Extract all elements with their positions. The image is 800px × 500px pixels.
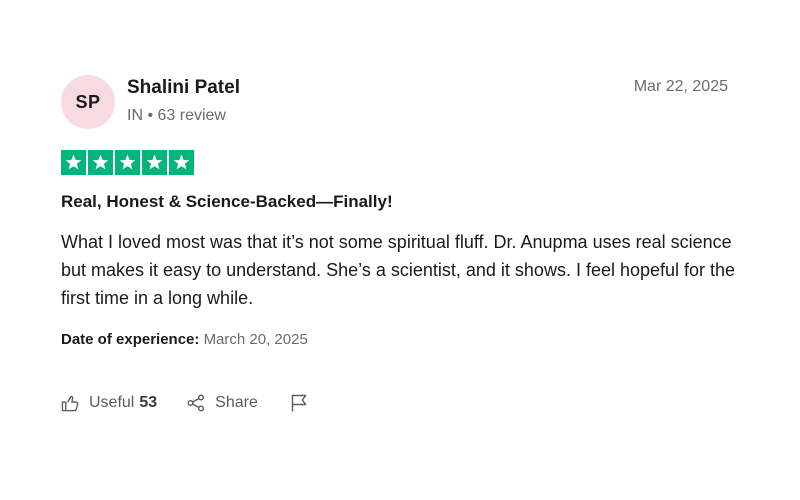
thumbs-up-icon: [61, 394, 80, 413]
share-label: Share: [215, 394, 258, 411]
report-button[interactable]: [289, 393, 318, 413]
star-rating: [61, 150, 194, 175]
date-of-experience: Date of experience: March 20, 2025: [61, 331, 308, 348]
review-title: Real, Honest & Science-Backed—Finally!: [61, 192, 393, 211]
share-icon: [186, 393, 206, 413]
reviewer-meta: IN • 63 review: [127, 107, 226, 124]
reviewer-name[interactable]: Shalini Patel: [127, 77, 240, 99]
star-icon: [61, 150, 86, 175]
useful-label: Useful: [89, 394, 135, 411]
star-icon: [88, 150, 113, 175]
star-icon: [142, 150, 167, 175]
star-icon: [115, 150, 140, 175]
useful-count: 53: [139, 394, 158, 411]
share-button[interactable]: Share: [186, 393, 258, 413]
review-actions: Useful 53 Share: [61, 393, 318, 413]
experience-date: March 20, 2025: [203, 331, 308, 348]
avatar[interactable]: SP: [61, 75, 115, 129]
review-body: What I loved most was that it’s not some…: [61, 232, 736, 308]
flag-icon: [289, 393, 309, 413]
avatar-initials: SP: [75, 91, 101, 112]
review-date: Mar 22, 2025: [633, 78, 728, 95]
star-icon: [169, 150, 194, 175]
experience-label: Date of experience:: [61, 331, 200, 348]
review-card: SP Shalini Patel IN • 63 review Mar 22, …: [0, 0, 800, 500]
useful-button[interactable]: Useful 53: [61, 394, 157, 413]
